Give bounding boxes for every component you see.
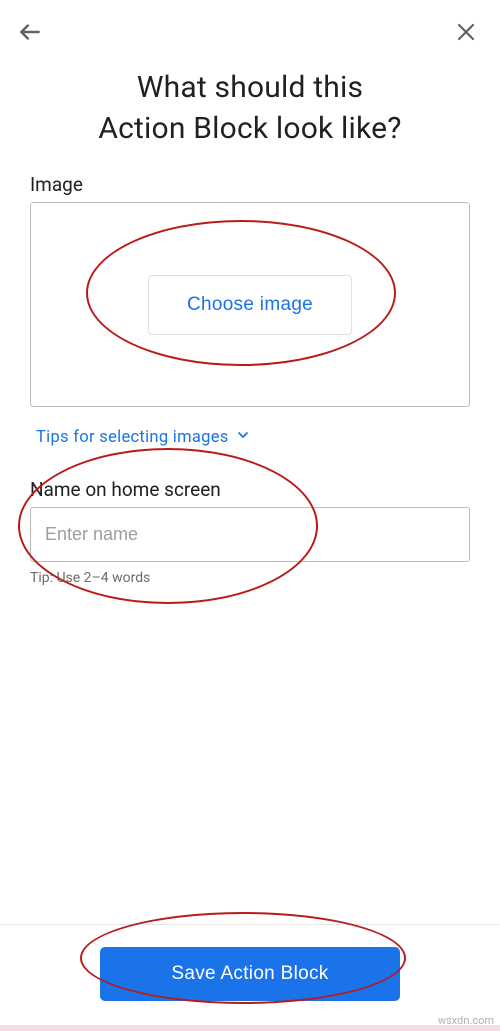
image-preview-box: Choose image bbox=[30, 202, 470, 407]
name-input[interactable] bbox=[30, 507, 470, 562]
bottom-accent-strip bbox=[0, 1025, 500, 1031]
title-line-2: Action Block look like? bbox=[98, 111, 401, 146]
image-section-label: Image bbox=[30, 173, 470, 196]
footer: Save Action Block bbox=[0, 924, 500, 1001]
close-icon[interactable] bbox=[452, 18, 480, 46]
name-tip: Tip: Use 2–4 words bbox=[30, 570, 470, 586]
chevron-down-icon bbox=[235, 427, 251, 448]
watermark: wsxdn.com bbox=[438, 1014, 494, 1027]
choose-image-button[interactable]: Choose image bbox=[148, 275, 352, 335]
back-icon[interactable] bbox=[16, 18, 44, 46]
save-action-block-button[interactable]: Save Action Block bbox=[100, 947, 400, 1001]
page-title: What should this Action Block look like? bbox=[0, 56, 500, 173]
tips-label: Tips for selecting images bbox=[36, 428, 229, 447]
tips-expand[interactable]: Tips for selecting images bbox=[36, 427, 470, 448]
title-line-1: What should this bbox=[137, 70, 363, 105]
name-section-label: Name on home screen bbox=[30, 478, 470, 501]
